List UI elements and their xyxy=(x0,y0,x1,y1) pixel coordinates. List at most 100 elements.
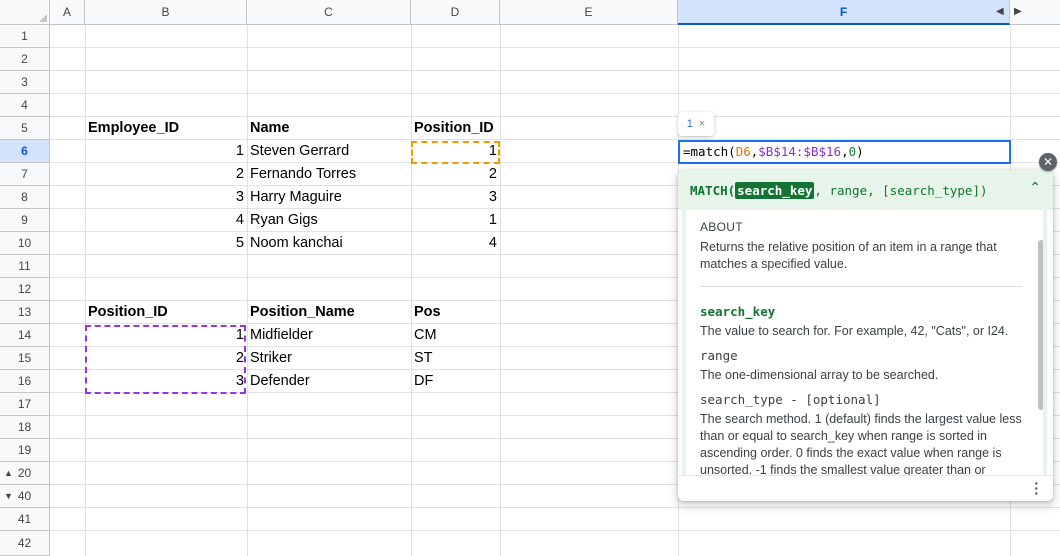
triangle-up-icon[interactable]: ▲ xyxy=(4,468,13,478)
row-header[interactable]: 3 xyxy=(0,71,50,94)
row-number: 9 xyxy=(21,213,28,227)
column-header-b[interactable]: B xyxy=(85,0,247,25)
row-header[interactable]: ▼ 40 xyxy=(0,485,50,508)
gridline xyxy=(50,93,1060,94)
param-name-search-type: search_type - [optional] xyxy=(700,392,881,407)
column-header-f[interactable]: F xyxy=(678,0,1010,25)
close-icon[interactable]: × xyxy=(699,118,705,130)
close-icon[interactable]: ✕ xyxy=(1039,153,1057,171)
row-header[interactable]: 15 xyxy=(0,347,50,370)
row-number: 14 xyxy=(17,328,32,342)
row-number: 18 xyxy=(17,420,32,434)
row-header[interactable]: 4 xyxy=(0,94,50,117)
formula-number: 0 xyxy=(848,144,857,159)
gridline xyxy=(247,25,248,556)
param-name-range: range xyxy=(700,348,738,363)
cell-b9[interactable]: 4 xyxy=(85,209,247,232)
select-all-corner[interactable] xyxy=(0,0,50,25)
row-header[interactable]: 11 xyxy=(0,255,50,278)
arrow-left-icon[interactable]: ◀ xyxy=(996,6,1004,17)
more-vert-icon[interactable]: · · · xyxy=(1034,476,1039,500)
active-parameter: search_key xyxy=(735,181,815,199)
cell-formula-editor[interactable]: =match(D6,$B$14:$B$16,0) xyxy=(678,140,1011,164)
cell-b5[interactable]: Employee_ID xyxy=(85,117,247,140)
column-header-c[interactable]: C xyxy=(247,0,411,25)
cell-c8[interactable]: Harry Maguire xyxy=(247,186,411,209)
row-header[interactable]: 10 xyxy=(0,232,50,255)
reference-highlight-d6 xyxy=(411,141,500,164)
cell-c5[interactable]: Name xyxy=(247,117,411,140)
row-number: 8 xyxy=(21,190,28,204)
row-header[interactable]: ▲ 20 xyxy=(0,462,50,485)
row-header[interactable]: 19 xyxy=(0,439,50,462)
cell-c9[interactable]: Ryan Gigs xyxy=(247,209,411,232)
row-header[interactable]: 12 xyxy=(0,278,50,301)
row-header[interactable]: 16 xyxy=(0,370,50,393)
cell-d8[interactable]: 3 xyxy=(411,186,500,209)
gridline xyxy=(50,530,1060,531)
row-number: 15 xyxy=(17,351,32,365)
formula-separator: , xyxy=(841,144,849,159)
cell-d16[interactable]: DF xyxy=(411,370,500,393)
cell-d7[interactable]: 2 xyxy=(411,163,500,186)
cell-d13[interactable]: Pos xyxy=(411,301,500,324)
row-header[interactable]: 1 xyxy=(0,25,50,48)
cell-c16[interactable]: Defender xyxy=(247,370,411,393)
cell-b10[interactable]: 5 xyxy=(85,232,247,255)
param-desc-search-key: The value to search for. For example, 42… xyxy=(700,324,1009,338)
row-number: 3 xyxy=(21,75,28,89)
row-number: 1 xyxy=(21,29,28,43)
signature-rest: , range, [search_type]) xyxy=(814,182,988,198)
cell-d15[interactable]: ST xyxy=(411,347,500,370)
cell-b6[interactable]: 1 xyxy=(85,140,247,163)
formula-suggestion-counter[interactable]: 1 × xyxy=(678,112,714,136)
triangle-down-icon[interactable]: ▼ xyxy=(4,491,13,501)
column-header-e[interactable]: E xyxy=(500,0,678,25)
row-header[interactable]: 42 xyxy=(0,531,50,556)
cell-d14[interactable]: CM xyxy=(411,324,500,347)
cell-d9[interactable]: 1 xyxy=(411,209,500,232)
cell-d10[interactable]: 4 xyxy=(411,232,500,255)
row-header[interactable]: 13 xyxy=(0,301,50,324)
row-number: 16 xyxy=(17,374,32,388)
formula-help-panel: MATCH(search_key, range, [search_type]) … xyxy=(678,170,1053,501)
row-number: 40 xyxy=(17,489,32,503)
row-header[interactable]: 9 xyxy=(0,209,50,232)
row-header[interactable]: 2 xyxy=(0,48,50,71)
row-header-selected[interactable]: 6 xyxy=(0,140,50,163)
row-header[interactable]: 17 xyxy=(0,393,50,416)
param-name-search-key: search_key xyxy=(700,304,776,319)
row-number: 20 xyxy=(17,466,32,480)
cell-b13[interactable]: Position_ID xyxy=(85,301,247,324)
row-header[interactable]: 41 xyxy=(0,508,50,531)
cell-d5[interactable]: Position_ID xyxy=(411,117,500,140)
help-footer: · · · xyxy=(678,475,1053,501)
help-scrollbar[interactable] xyxy=(1038,240,1043,410)
row-header[interactable]: 5 xyxy=(0,117,50,140)
param-desc-search-type: The search method. 1 (default) finds the… xyxy=(700,412,1022,475)
row-number: 10 xyxy=(17,236,32,250)
cell-c15[interactable]: Striker xyxy=(247,347,411,370)
gridline xyxy=(50,47,1060,48)
row-header[interactable]: 18 xyxy=(0,416,50,439)
column-header-a[interactable]: A xyxy=(50,0,85,25)
formula-reference-d6: D6 xyxy=(735,144,751,159)
cell-b8[interactable]: 3 xyxy=(85,186,247,209)
column-header-d[interactable]: D xyxy=(411,0,500,25)
cell-c6[interactable]: Steven Gerrard xyxy=(247,140,411,163)
formula-signature[interactable]: MATCH(search_key, range, [search_type]) … xyxy=(678,170,1053,210)
cell-c10[interactable]: Noom kanchai xyxy=(247,232,411,255)
arrow-right-icon[interactable]: ▶ xyxy=(1014,6,1022,17)
cell-c7[interactable]: Fernando Torres xyxy=(247,163,411,186)
cell-c13[interactable]: Position_Name xyxy=(247,301,411,324)
formula-help-body: ABOUT Returns the relative position of a… xyxy=(682,210,1047,475)
cell-c14[interactable]: Midfielder xyxy=(247,324,411,347)
row-number: 11 xyxy=(18,259,31,273)
cell-b7[interactable]: 2 xyxy=(85,163,247,186)
counter-value: 1 xyxy=(686,118,693,130)
chevron-up-icon[interactable]: ⌃ xyxy=(1029,180,1041,196)
row-header[interactable]: 7 xyxy=(0,163,50,186)
about-description: Returns the relative position of an item… xyxy=(700,240,997,271)
row-header[interactable]: 14 xyxy=(0,324,50,347)
row-header[interactable]: 8 xyxy=(0,186,50,209)
